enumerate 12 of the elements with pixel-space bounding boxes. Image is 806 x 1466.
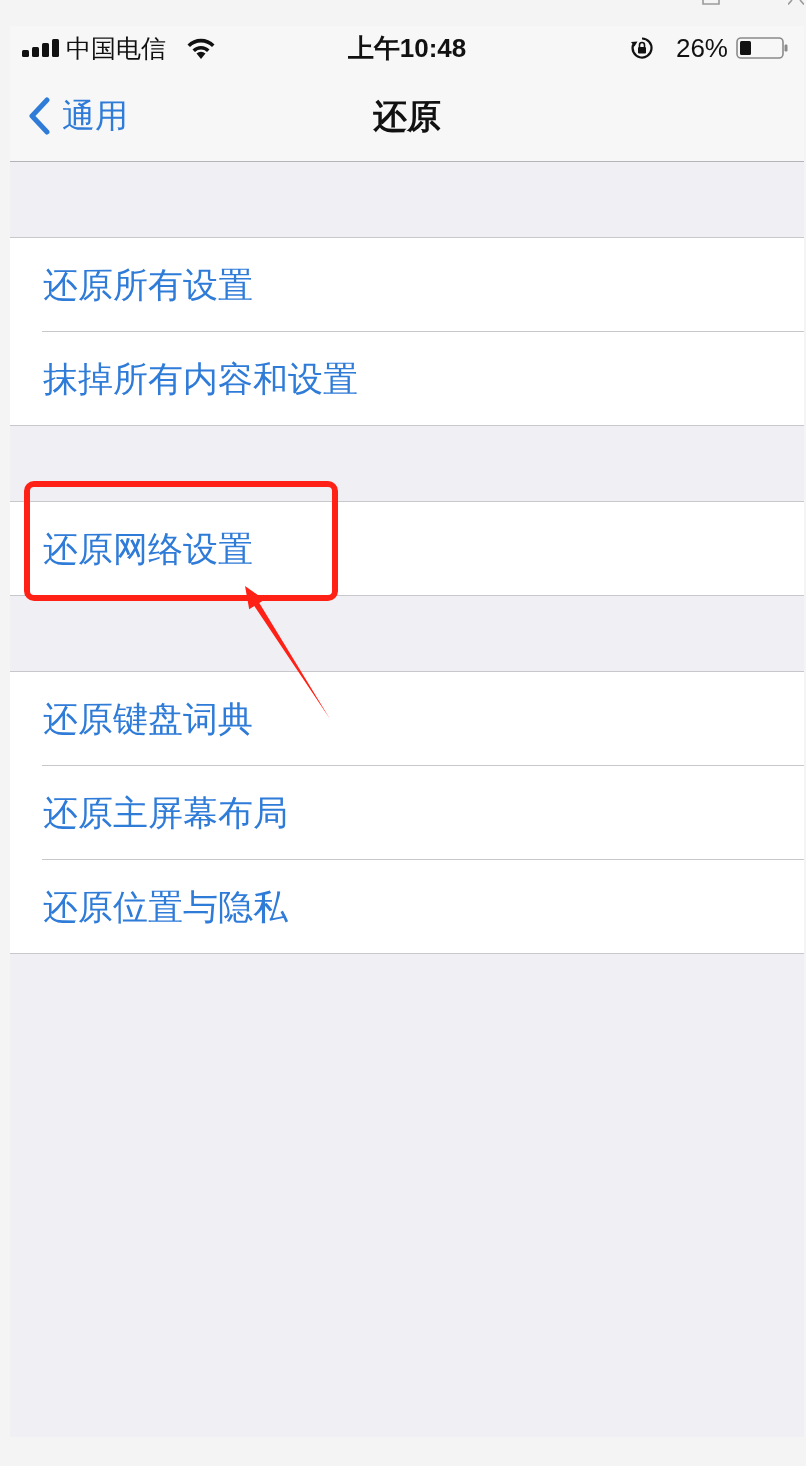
chevron-icon — [28, 96, 50, 135]
rotation-lock-icon — [629, 36, 654, 60]
page-title: 还原 — [373, 98, 441, 133]
close-icon[interactable] — [788, 0, 804, 5]
carrier-name: 中国电信 — [66, 35, 166, 61]
battery-percent: 26% — [675, 35, 728, 61]
signal-icon — [22, 39, 60, 57]
wifi-icon — [186, 37, 216, 59]
status-time: 上午10:48 — [347, 35, 467, 61]
battery-icon — [736, 37, 788, 59]
back-button[interactable]: 通用 — [28, 96, 128, 135]
maximize-icon[interactable] — [702, 0, 720, 5]
